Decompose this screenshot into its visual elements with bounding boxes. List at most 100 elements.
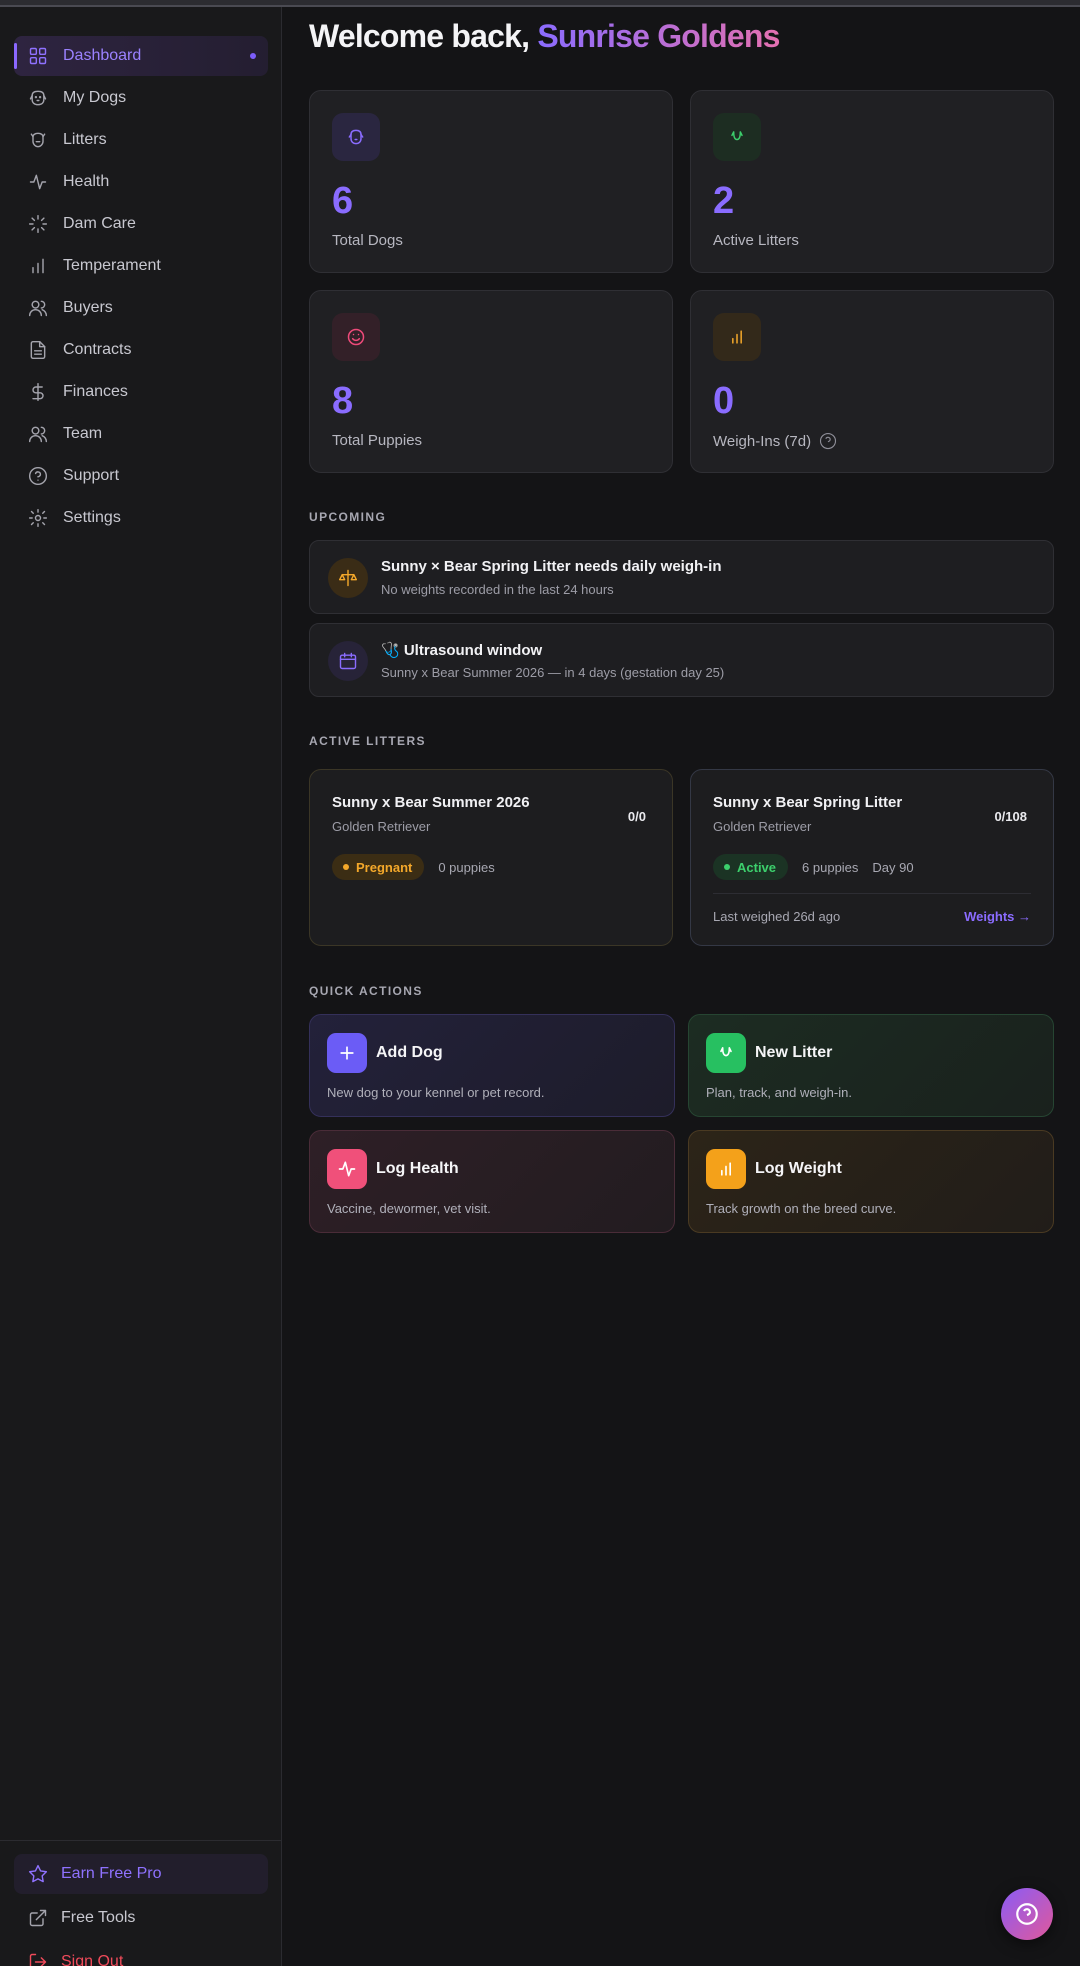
litter-card-spring-litter[interactable]: Sunny x Bear Spring Litter Golden Retrie… (690, 769, 1054, 946)
litter-meta: Pregnant 0 puppies (332, 854, 495, 880)
stat-label: Weigh-Ins (7d) (713, 432, 837, 450)
sidebar-item-my-dogs[interactable]: My Dogs (14, 78, 268, 118)
logout-icon (28, 1952, 48, 1966)
page-title: Welcome back, Sunrise Goldens (309, 18, 780, 55)
dog-face-icon (332, 113, 380, 161)
active-litters-heading: ACTIVE LITTERS (309, 734, 426, 748)
quick-action-desc: Vaccine, dewormer, vet visit. (327, 1201, 491, 1216)
stat-value: 2 (713, 180, 735, 222)
help-fab-button[interactable] (1001, 1888, 1053, 1940)
plus-icon (327, 1033, 367, 1073)
stat-card-weigh-ins[interactable]: 0 Weigh-Ins (7d) (690, 290, 1054, 473)
activity-icon (327, 1149, 367, 1189)
sidebar-item-health[interactable]: Health (14, 162, 268, 202)
activity-icon (28, 172, 48, 192)
earn-free-pro-label: Earn Free Pro (61, 1865, 162, 1882)
sidebar-item-buyers[interactable]: Buyers (14, 288, 268, 328)
sidebar-item-litters[interactable]: Litters (14, 120, 268, 160)
upcoming-title: 🩺 Ultrasound window (381, 642, 543, 659)
sidebar-item-dashboard[interactable]: Dashboard (14, 36, 268, 76)
sidebar-item-label: Support (63, 467, 120, 484)
scale-icon (328, 558, 368, 598)
log-health-button[interactable]: Log Health Vaccine, dewormer, vet visit. (309, 1130, 675, 1233)
upcoming-subtitle: No weights recorded in the last 24 hours (381, 582, 614, 597)
litter-breed: Golden Retriever (332, 819, 431, 834)
sidebar-item-temperament[interactable]: Temperament (14, 246, 268, 286)
upcoming-item-weigh-in[interactable]: Sunny × Bear Spring Litter needs daily w… (309, 540, 1054, 614)
stat-card-total-puppies[interactable]: 8 Total Puppies (309, 290, 673, 473)
star-icon (28, 1864, 48, 1884)
litter-count: 0/0 (627, 809, 646, 824)
kennel-name: Sunrise Goldens (537, 18, 780, 54)
quick-action-title: Log Weight (755, 1160, 842, 1177)
dollar-icon (28, 382, 48, 402)
earn-free-pro-button[interactable]: Earn Free Pro (14, 1854, 268, 1894)
sidebar-item-dam-care[interactable]: Dam Care (14, 204, 268, 244)
add-dog-button[interactable]: Add Dog New dog to your kennel or pet re… (309, 1014, 675, 1117)
sidebar-item-settings[interactable]: Settings (14, 498, 268, 538)
upcoming-item-ultrasound[interactable]: 🩺 Ultrasound window Sunny x Bear Summer … (309, 623, 1054, 697)
litter-day: Day 90 (872, 859, 914, 875)
help-circle-icon[interactable] (819, 432, 837, 450)
stat-label: Total Dogs (332, 232, 403, 249)
team-icon (28, 424, 48, 444)
quick-action-desc: Track growth on the breed curve. (706, 1201, 897, 1216)
free-tools-link[interactable]: Free Tools (14, 1898, 268, 1938)
sidebar-item-label: Buyers (63, 299, 113, 316)
file-icon (28, 340, 48, 360)
litter-breed: Golden Retriever (713, 819, 812, 834)
sidebar-item-label: Health (63, 173, 110, 190)
litter-icon (28, 130, 48, 150)
puppy-count: 0 puppies (438, 859, 495, 875)
bar-chart-icon (713, 313, 761, 361)
new-litter-button[interactable]: New Litter Plan, track, and weigh-in. (688, 1014, 1054, 1117)
stat-value: 0 (713, 380, 735, 422)
quick-action-title: New Litter (755, 1044, 833, 1061)
quick-action-desc: Plan, track, and weigh-in. (706, 1085, 852, 1100)
quick-action-desc: New dog to your kennel or pet record. (327, 1085, 545, 1100)
smile-icon (332, 313, 380, 361)
sidebar-item-label: Finances (63, 383, 128, 400)
sidebar-item-support[interactable]: Support (14, 456, 268, 496)
window-top-bar (0, 0, 1080, 7)
upcoming-subtitle: Sunny x Bear Summer 2026 — in 4 days (ge… (381, 665, 725, 680)
weights-link[interactable]: Weights → (964, 909, 1031, 924)
litter-name: Sunny x Bear Spring Litter (713, 794, 903, 811)
sidebar-item-team[interactable]: Team (14, 414, 268, 454)
sidebar-item-contracts[interactable]: Contracts (14, 330, 268, 370)
sidebar-item-finances[interactable]: Finances (14, 372, 268, 412)
stat-card-active-litters[interactable]: 2 Active Litters (690, 90, 1054, 273)
dog-icon (28, 88, 48, 108)
status-badge: Active (713, 854, 789, 880)
sign-out-label: Sign Out (61, 1953, 124, 1966)
sidebar: Dashboard My Dogs Litters Health Dam Car… (0, 7, 282, 1966)
stat-label: Total Puppies (332, 432, 423, 449)
loader-icon (28, 214, 48, 234)
gear-icon (28, 508, 48, 528)
sidebar-item-label: Temperament (63, 257, 161, 274)
upcoming-heading: UPCOMING (309, 510, 387, 524)
quick-actions-heading: QUICK ACTIONS (309, 984, 423, 998)
puppy-count: 6 puppies (802, 859, 859, 875)
welcome-prefix: Welcome back, (309, 18, 538, 54)
bar-chart-icon (706, 1149, 746, 1189)
paw-icon (706, 1033, 746, 1073)
litter-card-summer-2026[interactable]: Sunny x Bear Summer 2026 Golden Retrieve… (309, 769, 673, 946)
calendar-icon (328, 641, 368, 681)
sidebar-item-label: Dashboard (63, 47, 142, 64)
litter-count: 0/108 (994, 809, 1027, 824)
sidebar-item-label: Litters (63, 131, 107, 148)
active-indicator-dot (250, 53, 256, 59)
litter-name: Sunny x Bear Summer 2026 (332, 794, 530, 811)
bar-chart-icon (28, 256, 48, 276)
sidebar-item-label: Settings (63, 509, 121, 526)
log-weight-button[interactable]: Log Weight Track growth on the breed cur… (688, 1130, 1054, 1233)
status-badge: Pregnant (332, 854, 425, 880)
sidebar-item-label: Dam Care (63, 215, 136, 232)
help-circle-icon (28, 466, 48, 486)
sign-out-button[interactable]: Sign Out (14, 1942, 268, 1966)
stat-card-total-dogs[interactable]: 6 Total Dogs (309, 90, 673, 273)
litter-meta: Active 6 puppies Day 90 (713, 854, 914, 880)
quick-action-title: Add Dog (376, 1044, 443, 1061)
stat-value: 6 (332, 180, 354, 222)
